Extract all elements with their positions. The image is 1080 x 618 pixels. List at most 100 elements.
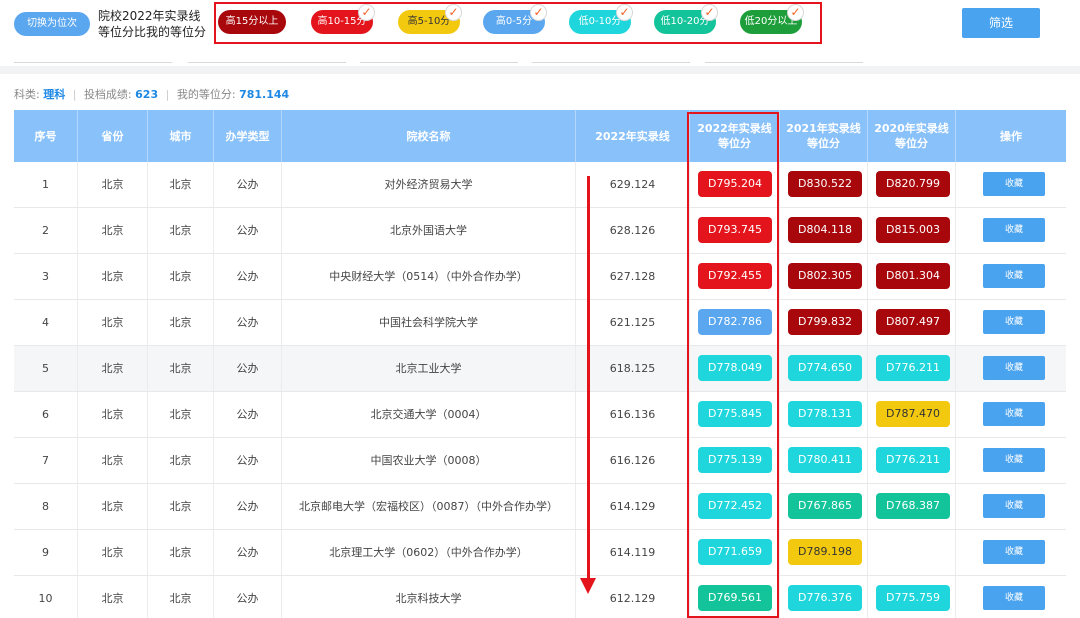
header-score-2022: 2022年实录线	[576, 110, 690, 162]
user-info-line: 科类: 理科 | 投档成绩: 623 | 我的等位分: 781.144	[14, 86, 289, 102]
badge-equiv-2021: D767.865	[788, 493, 862, 519]
legend-pill[interactable]: 高10-15分 ✓	[311, 4, 375, 34]
divider	[188, 62, 346, 63]
legend-pill[interactable]: 低20分以上 ✓	[740, 4, 804, 34]
divider	[360, 62, 518, 63]
cell-type: 公办	[214, 530, 282, 575]
legend-pill[interactable]: 低0-10分 ✓	[569, 4, 633, 34]
favorite-button[interactable]: 收藏	[983, 586, 1045, 610]
page: 切换为位次 院校2022年实录线 等位分比我的等位分 高15分以上 高10-15分…	[0, 0, 1080, 618]
cell-school: 北京外国语大学	[282, 208, 576, 253]
header-line: 2021年实录线	[786, 122, 861, 135]
badge-equiv-2021: D830.522	[788, 171, 862, 197]
cell-type: 公办	[214, 438, 282, 483]
cell-province: 北京	[78, 346, 148, 391]
cell-school: 北京工业大学	[282, 346, 576, 391]
cell-index: 4	[14, 300, 78, 345]
legend-pill-label: 高5-10分	[407, 16, 451, 27]
table-row: 3 北京 北京 公办 中央财经大学（0514）（中外合作办学） 627.128 D792.4…	[14, 254, 1066, 300]
table-row: 10 北京 北京 公办 北京科技大学 612.129 D769.561 D776.376 D77…	[14, 576, 1066, 618]
divider	[705, 62, 863, 63]
divider	[14, 62, 172, 63]
legend-pill[interactable]: 高0-5分 ✓	[483, 4, 547, 34]
cell-type: 公办	[214, 346, 282, 391]
cell-province: 北京	[78, 392, 148, 437]
checkmark-icon: ✓	[530, 4, 547, 21]
legend-pill[interactable]: 高15分以上	[218, 10, 286, 34]
cell-type: 公办	[214, 300, 282, 345]
cell-type: 公办	[214, 576, 282, 618]
checkmark-icon: ✓	[358, 4, 375, 21]
cell-city: 北京	[148, 576, 214, 618]
badge-equiv-2020: D787.470	[876, 401, 950, 427]
cell-index: 7	[14, 438, 78, 483]
cell-city: 北京	[148, 346, 214, 391]
favorite-button[interactable]: 收藏	[983, 172, 1045, 196]
checkmark-icon: ✓	[701, 4, 718, 21]
favorite-button[interactable]: 收藏	[983, 356, 1045, 380]
favorite-button[interactable]: 收藏	[983, 310, 1045, 334]
favorite-button[interactable]: 收藏	[983, 264, 1045, 288]
separator: |	[165, 88, 170, 101]
cell-equiv	[868, 530, 956, 575]
cell-score-2022: 629.124	[576, 162, 690, 207]
cell-score-2022: 614.119	[576, 530, 690, 575]
header-action: 操作	[1000, 129, 1022, 143]
cell-school: 北京交通大学（0004）	[282, 392, 576, 437]
badge-equiv-2020: D815.003	[876, 217, 950, 243]
header-equiv-2021: 2021年实录线 等位分	[780, 110, 868, 162]
cell-province: 北京	[78, 162, 148, 207]
cell-index: 8	[14, 484, 78, 529]
badge-equiv-2020: D768.387	[876, 493, 950, 519]
table-row: 2 北京 北京 公办 北京外国语大学 628.126 D793.745 D804.118 D81…	[14, 208, 1066, 254]
cell-school: 中国农业大学（0008）	[282, 438, 576, 483]
section-separator	[0, 66, 1080, 74]
cell-school: 北京科技大学	[282, 576, 576, 618]
checkmark-icon: ✓	[787, 4, 804, 21]
legend-pill[interactable]: 高5-10分 ✓	[398, 4, 462, 34]
badge-equiv-2021: D780.411	[788, 447, 862, 473]
badge-equiv-2020: D801.304	[876, 263, 950, 289]
favorite-button[interactable]: 收藏	[983, 402, 1045, 426]
favorite-button[interactable]: 收藏	[983, 448, 1045, 472]
cell-index: 9	[14, 530, 78, 575]
legend-pill[interactable]: 低10-20分 ✓	[654, 4, 718, 34]
legend-description: 院校2022年实录线 等位分比我的等位分	[98, 8, 212, 40]
table-row: 1 北京 北京 公办 对外经济贸易大学 629.124 D795.204 D830.522 D8…	[14, 162, 1066, 208]
cell-province: 北京	[78, 208, 148, 253]
header-province: 省份	[78, 110, 148, 162]
rank-label: 我的等位分:	[176, 88, 236, 101]
cell-province: 北京	[78, 484, 148, 529]
cell-score-2022: 628.126	[576, 208, 690, 253]
cell-province: 北京	[78, 576, 148, 618]
cell-score-2022: 621.125	[576, 300, 690, 345]
cell-type: 公办	[214, 208, 282, 253]
cell-city: 北京	[148, 530, 214, 575]
badge-equiv-2021: D789.198	[788, 539, 862, 565]
divider	[532, 62, 690, 63]
header-line: 2020年实录线	[874, 122, 949, 135]
down-arrow-icon	[587, 176, 590, 582]
cell-city: 北京	[148, 438, 214, 483]
header-line: 等位分	[807, 137, 840, 150]
badge-equiv-2020: D820.799	[876, 171, 950, 197]
subject-label: 科类:	[14, 88, 40, 101]
badge-equiv-2020: D807.497	[876, 309, 950, 335]
cell-score-2022: 616.126	[576, 438, 690, 483]
cell-province: 北京	[78, 254, 148, 299]
header-type: 办学类型	[214, 110, 282, 162]
favorite-button[interactable]: 收藏	[983, 494, 1045, 518]
cell-city: 北京	[148, 300, 214, 345]
favorite-button[interactable]: 收藏	[983, 540, 1045, 564]
filter-button[interactable]: 筛选	[962, 8, 1040, 38]
cell-index: 1	[14, 162, 78, 207]
cell-index: 2	[14, 208, 78, 253]
favorite-button[interactable]: 收藏	[983, 218, 1045, 242]
switch-to-rank-button[interactable]: 切换为位次	[14, 12, 90, 36]
header-school: 院校名称	[282, 110, 576, 162]
cell-index: 5	[14, 346, 78, 391]
table-row: 6 北京 北京 公办 北京交通大学（0004） 616.136 D775.845 D778.1…	[14, 392, 1066, 438]
cell-type: 公办	[214, 392, 282, 437]
cell-type: 公办	[214, 162, 282, 207]
table-row: 9 北京 北京 公办 北京理工大学（0602）（中外合作办学） 614.119 D771.6…	[14, 530, 1066, 576]
